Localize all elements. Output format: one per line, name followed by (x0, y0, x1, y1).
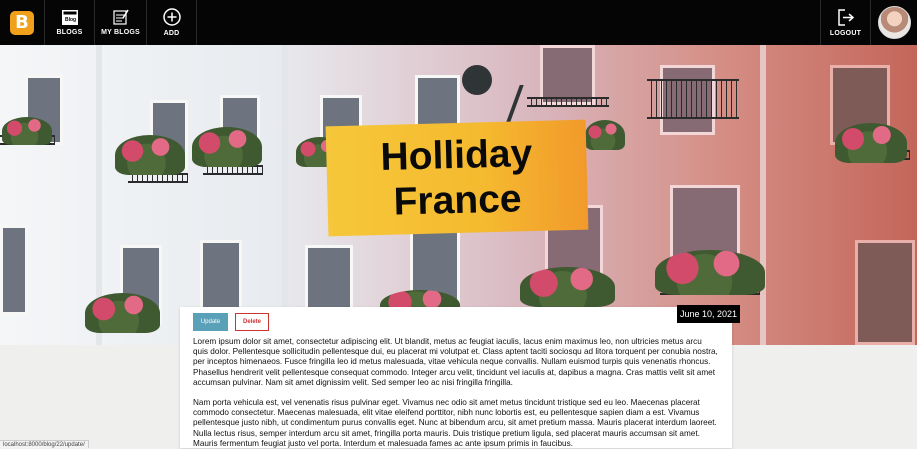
flower-box (585, 120, 625, 150)
update-button[interactable]: Update (193, 313, 228, 331)
flower-box (85, 293, 160, 333)
flower-box (835, 123, 907, 163)
flower-box (520, 267, 615, 307)
blog-title-line-2: France (393, 177, 523, 224)
post-actions: Update Delete (193, 313, 719, 331)
drainpipe (760, 45, 766, 345)
nav-item-label: ADD (163, 30, 180, 37)
brand-logo-link[interactable]: B (0, 0, 45, 45)
nav-item-label: BLOGS (56, 28, 83, 36)
street-lamp (462, 65, 492, 95)
flower-box (2, 117, 52, 145)
flower-box (115, 135, 185, 175)
blog-post-card: Update Delete Lorem ipsum dolor sit amet… (180, 307, 732, 448)
top-navbar: B Blog BLOGS MY BLOGS ADD LOGOUT (0, 0, 917, 45)
balcony-railing (527, 97, 609, 107)
browser-status-url: localhost:8000/blog/22/update/ (0, 440, 89, 448)
my-blogs-icon (112, 9, 129, 25)
window (540, 45, 595, 105)
flower-box (655, 250, 765, 295)
blog-title-line-1: Holliday (380, 132, 533, 179)
hero-image: Holliday France (0, 45, 917, 345)
blog-post-body: Lorem ipsum dolor sit amet, consectetur … (193, 337, 719, 449)
blog-paragraph: Lorem ipsum dolor sit amet, consectetur … (193, 337, 718, 387)
balcony-railing (647, 79, 739, 119)
post-date-badge: June 10, 2021 (677, 305, 740, 323)
logout-button[interactable]: LOGOUT (820, 0, 870, 45)
flower-box (192, 127, 262, 167)
avatar[interactable] (877, 6, 911, 39)
nav-item-add[interactable]: ADD (147, 0, 197, 45)
window (0, 225, 28, 315)
drainpipe (282, 45, 288, 345)
logout-label: LOGOUT (829, 29, 862, 37)
delete-button[interactable]: Delete (235, 313, 269, 331)
user-menu[interactable] (870, 0, 917, 45)
window (855, 240, 915, 345)
nav-item-my-blogs[interactable]: MY BLOGS (95, 0, 147, 45)
navbar-spacer (197, 0, 820, 45)
logout-icon (837, 8, 854, 26)
nav-item-blogs[interactable]: Blog BLOGS (45, 0, 95, 45)
blog-title-banner: Holliday France (325, 119, 589, 237)
blogger-logo-icon: B (10, 10, 34, 35)
blog-icon: Blog (61, 9, 78, 25)
blog-paragraph: Nam porta vehicula est, vel venenatis ri… (193, 398, 717, 448)
svg-text:Blog: Blog (65, 17, 76, 23)
nav-item-label: MY BLOGS (101, 29, 140, 36)
add-icon (162, 8, 181, 26)
